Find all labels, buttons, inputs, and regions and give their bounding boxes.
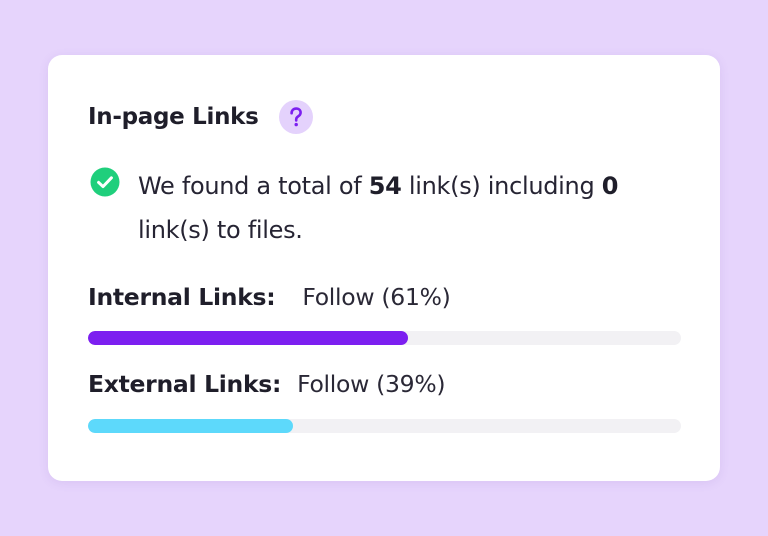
card-header: In-page Links bbox=[88, 100, 313, 134]
summary-middle: link(s) including bbox=[401, 172, 602, 200]
external-links-progress-track bbox=[88, 419, 681, 433]
links-summary: We found a total of 54 link(s) including… bbox=[90, 164, 690, 252]
internal-links-progress-fill bbox=[88, 331, 409, 345]
summary-prefix: We found a total of bbox=[138, 172, 369, 200]
external-links-value: Follow (39%) bbox=[297, 370, 446, 398]
file-links-count: 0 bbox=[601, 172, 619, 200]
external-links-label: External Links: bbox=[88, 370, 282, 398]
external-links-row: External Links: Follow (39%) bbox=[88, 370, 446, 398]
external-links-progress-fill bbox=[88, 419, 293, 433]
total-links-count: 54 bbox=[368, 172, 402, 200]
summary-suffix: link(s) to files. bbox=[138, 216, 303, 244]
internal-links-row: Internal Links: Follow (61%) bbox=[88, 283, 451, 311]
in-page-links-card: In-page Links We found a total of 54 lin… bbox=[48, 55, 720, 481]
internal-links-label: Internal Links: bbox=[88, 283, 276, 311]
internal-links-value: Follow (61%) bbox=[302, 283, 451, 311]
card-title: In-page Links bbox=[88, 104, 259, 130]
summary-text: We found a total of 54 link(s) including… bbox=[138, 164, 690, 252]
check-circle-icon bbox=[90, 167, 120, 197]
question-mark-icon[interactable] bbox=[278, 100, 313, 134]
question-mark-glyph bbox=[289, 107, 302, 127]
internal-links-progress-track bbox=[88, 331, 681, 345]
